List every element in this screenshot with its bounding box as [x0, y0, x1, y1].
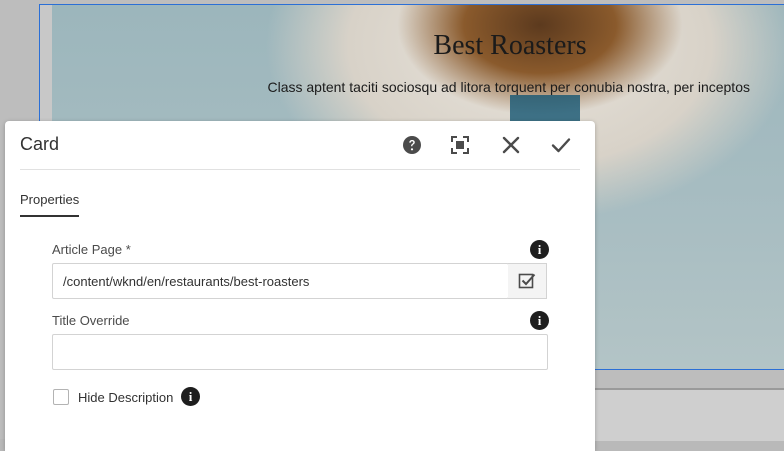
tab-properties[interactable]: Properties — [20, 192, 80, 217]
card-dialog: Card Properties Article Page * i /conten… — [5, 121, 595, 451]
checkbox-select-icon — [518, 273, 536, 289]
fullscreen-button[interactable] — [448, 133, 472, 157]
dialog-tabs: Properties — [20, 191, 80, 221]
hide-description-checkbox[interactable] — [53, 389, 69, 405]
checkmark-icon — [551, 138, 571, 153]
info-icon[interactable]: i — [530, 240, 549, 259]
hide-description-label: Hide Description — [78, 390, 174, 405]
title-override-label: Title Override — [52, 313, 130, 328]
dialog-title: Card — [20, 134, 60, 154]
done-button[interactable] — [549, 133, 573, 157]
page-bottom-strip — [595, 388, 784, 441]
hero-description: Class aptent taciti sociosqu ad litora t… — [267, 79, 750, 95]
info-icon[interactable]: i — [530, 311, 549, 330]
article-page-label: Article Page * — [52, 242, 131, 257]
close-icon — [502, 136, 520, 154]
help-icon — [403, 136, 421, 154]
hero-title: Best Roasters — [433, 30, 587, 61]
fullscreen-icon — [451, 136, 469, 154]
article-page-field[interactable] — [52, 263, 509, 299]
title-override-field[interactable] — [52, 334, 548, 370]
info-icon[interactable]: i — [181, 387, 200, 406]
help-button[interactable] — [400, 133, 424, 157]
path-picker-button[interactable] — [508, 263, 547, 299]
close-button[interactable] — [499, 133, 523, 157]
dialog-header: Card — [20, 121, 580, 170]
